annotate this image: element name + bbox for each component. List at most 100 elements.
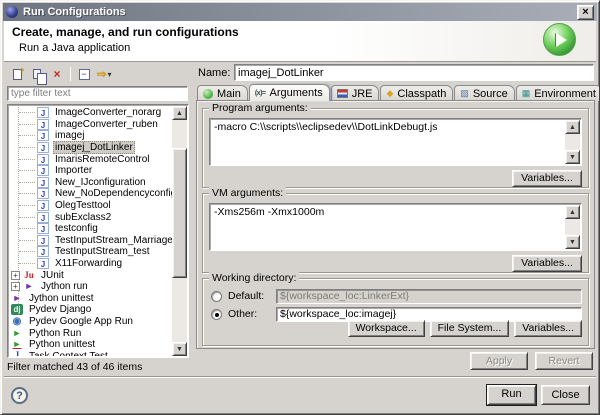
scroll-up-icon[interactable]: ▲ [565, 205, 580, 219]
java-app-icon: J [37, 235, 49, 246]
python-unittest-icon: ► [11, 339, 23, 350]
tab-classpath[interactable]: ◆Classpath [380, 85, 453, 101]
tree-connector [19, 251, 35, 252]
apply-button[interactable]: Apply [470, 352, 528, 370]
java-app-icon: J [37, 223, 49, 234]
arguments-tab-content: Program arguments: -macro C:\\scripts\\e… [196, 100, 595, 349]
titlebar[interactable]: Run Configurations × [3, 3, 597, 21]
tab-source[interactable]: ▧Source [454, 85, 514, 101]
duplicate-icon [33, 69, 41, 79]
tree-item-label: Pydev Django [27, 304, 93, 315]
tree-item[interactable]: Jimagej [10, 130, 172, 142]
tree-connector [19, 217, 35, 218]
tree-item[interactable]: JNew_IJconfiguration [10, 177, 172, 189]
default-directory-row: Default: [211, 288, 582, 304]
scroll-down-icon[interactable]: ▼ [565, 150, 580, 164]
tree-item[interactable]: J ImarisRemoteControl [10, 153, 172, 165]
tree-connector [19, 228, 35, 229]
tab-arguments[interactable]: (x)=Arguments [249, 84, 330, 101]
tree-rows: JImageConverter_norargJImageConverter_ru… [10, 107, 172, 356]
tree-item[interactable]: JTestInputStream_test [10, 246, 172, 258]
new-configuration-button[interactable]: + [7, 65, 27, 83]
file-system-button[interactable]: File System... [430, 320, 510, 337]
scroll-up-icon[interactable]: ▲ [565, 120, 580, 134]
duplicate-configuration-button[interactable] [27, 65, 47, 83]
tab-label: Classpath [397, 88, 446, 100]
variables-button[interactable]: Variables... [514, 320, 582, 337]
tree-item[interactable]: ►Jython unittest [10, 293, 172, 305]
footer-separator [4, 376, 596, 378]
java-app-icon: J [37, 188, 49, 199]
tree-connector [19, 135, 35, 136]
new-config-icon: + [13, 69, 22, 80]
java-app-icon: J [37, 119, 49, 130]
expander-icon[interactable]: + [11, 271, 20, 280]
default-radio[interactable] [211, 291, 222, 302]
working-directory-buttons: Workspace... File System... Variables... [348, 320, 582, 337]
scrollbar-thumb[interactable] [172, 148, 187, 278]
filter-input[interactable] [7, 86, 188, 101]
tab-jre[interactable]: JRE [331, 85, 380, 101]
tree-connector [19, 182, 35, 183]
tree-connector [19, 159, 35, 160]
close-icon[interactable]: × [577, 5, 594, 20]
delete-configuration-button[interactable]: × [47, 65, 67, 83]
revert-button[interactable]: Revert [535, 352, 593, 370]
vm-arguments-variables-button[interactable]: Variables... [512, 255, 582, 272]
tab-label: JRE [352, 88, 373, 100]
other-radio-label: Other: [228, 308, 276, 320]
scroll-up-icon[interactable]: ▲ [172, 106, 187, 120]
workspace-button[interactable]: Workspace... [348, 320, 425, 337]
tree-item-label: ImageConverter_ruben [53, 119, 160, 130]
tree-item-label: New_IJconfiguration [53, 177, 148, 188]
working-directory-group: Working directory: Default: Other: Works… [202, 278, 589, 346]
tree-item[interactable]: JImporter [10, 165, 172, 177]
help-button[interactable]: ? [11, 387, 28, 404]
tree-item[interactable]: +JuJUnit [10, 269, 172, 281]
close-button[interactable]: Close [541, 385, 590, 405]
scroll-down-icon[interactable]: ▼ [565, 235, 580, 249]
tree-item[interactable]: JTask Context Test [10, 350, 172, 356]
tree-scrollbar[interactable]: ▲ ▼ [172, 106, 187, 356]
tree-item-label: OlegTesttool [53, 200, 113, 211]
program-arguments-input[interactable]: -macro C:\\scripts\\eclipsedev\\DotLinkD… [211, 120, 565, 164]
tree-item[interactable]: +►Jython run [10, 281, 172, 293]
tree-item[interactable]: djPydev Django [10, 304, 172, 316]
expander-icon[interactable]: + [11, 282, 20, 291]
java-app-icon: J [37, 130, 49, 141]
collapse-all-button[interactable]: − [74, 65, 94, 83]
tab-environment[interactable]: ▦Environment [516, 85, 600, 101]
name-input[interactable] [234, 64, 594, 81]
tab-main[interactable]: Main [197, 85, 248, 101]
apply-revert-row: Apply Revert [470, 352, 593, 370]
tree-item[interactable]: ◉Pydev Google App Run [10, 316, 172, 328]
tree-item[interactable]: J ImageConverter_ruben [10, 119, 172, 131]
tree-item[interactable]: JX11Forwarding [10, 258, 172, 270]
jython-unittest-icon: ► [11, 293, 23, 304]
tree-connector [19, 112, 35, 113]
vm-arguments-scrollbar[interactable]: ▲ ▼ [565, 205, 580, 249]
vm-arguments-input[interactable]: -Xms256m -Xmx1000m [211, 205, 565, 249]
program-arguments-scrollbar[interactable]: ▲ ▼ [565, 120, 580, 164]
program-arguments-variables-button[interactable]: Variables... [512, 170, 582, 187]
toolbar-separator [70, 67, 71, 81]
tree-item-label: TestInputStream_test [53, 246, 152, 257]
python-run-icon: ► [11, 328, 23, 339]
filter-configurations-button[interactable]: ⇒ ▾ [94, 65, 114, 83]
scroll-down-icon[interactable]: ▼ [172, 342, 187, 356]
tree-item[interactable]: JsubExclass2 [10, 211, 172, 223]
tree-item[interactable]: Jimagej_DotLinker [10, 142, 172, 154]
run-button[interactable]: Run [487, 385, 536, 405]
tree-item[interactable]: JImageConverter_norarg [10, 107, 172, 119]
program-arguments-label: Program arguments: [209, 102, 311, 114]
tree-item[interactable]: ►Python unittest [10, 339, 172, 351]
tree-item-label: ImarisRemoteControl [53, 154, 151, 165]
tree-item[interactable]: JTestInputStream_Marriage [10, 235, 172, 247]
tree-item[interactable]: JOlegTesttool [10, 200, 172, 212]
tree-item[interactable]: ►Python Run [10, 327, 172, 339]
tree-item[interactable]: JNew_NoDependencyconfiguration [10, 188, 172, 200]
tree-item[interactable]: Jtestconfig [10, 223, 172, 235]
java-app-icon: J [37, 154, 49, 165]
tab-label: Source [473, 88, 508, 100]
other-radio[interactable] [211, 309, 222, 320]
